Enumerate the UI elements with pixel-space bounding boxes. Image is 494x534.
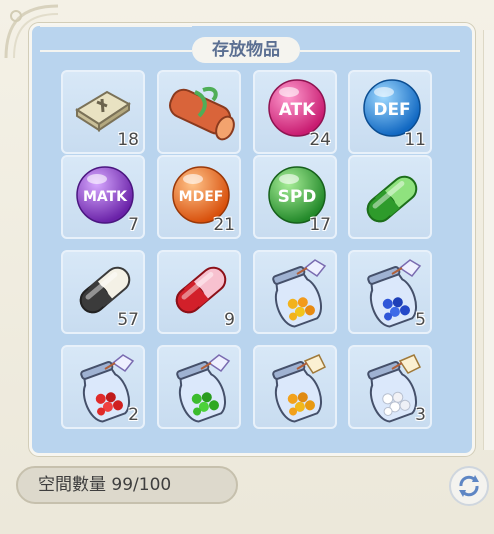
item-count: 18 xyxy=(117,130,139,150)
window-title: 存放物品 xyxy=(192,37,300,63)
item-count: 17 xyxy=(309,215,331,235)
item-count: 3 xyxy=(415,405,426,425)
item-count: 2 xyxy=(128,405,139,425)
orb-label: MATK xyxy=(83,189,128,205)
inventory-slot[interactable]: 5 xyxy=(348,250,432,334)
green-capsule-icon xyxy=(366,175,418,223)
inventory-slot[interactable]: 2 xyxy=(61,345,145,429)
orb-label: MDEF xyxy=(179,189,224,205)
inventory-slot[interactable]: DEF 11 xyxy=(348,70,432,154)
orb-label: ATK xyxy=(279,100,316,120)
inventory-slot[interactable] xyxy=(253,250,337,334)
yellow-candy-jar-icon xyxy=(272,354,327,423)
item-count: 21 xyxy=(213,215,235,235)
side-edge xyxy=(483,30,494,450)
inventory-slot[interactable]: 9 xyxy=(157,250,241,334)
scroll-icon xyxy=(169,87,235,141)
yellow-candy-jar-icon xyxy=(272,259,327,328)
inventory-slot[interactable] xyxy=(348,155,432,239)
orb-label: SPD xyxy=(278,187,317,207)
item-count: 7 xyxy=(128,215,139,235)
item-count: 9 xyxy=(224,310,235,330)
item-count: 11 xyxy=(404,130,426,150)
inventory-slot[interactable]: 57 xyxy=(61,250,145,334)
item-count: 24 xyxy=(309,130,331,150)
capacity-label: 空間數量 99/100 xyxy=(38,475,172,495)
inventory-slot[interactable]: ATK 24 xyxy=(253,70,337,154)
inventory-slot[interactable]: 18 xyxy=(61,70,145,154)
inventory-slot[interactable]: MATK 7 xyxy=(61,155,145,239)
item-count: 57 xyxy=(117,310,139,330)
inventory-slot[interactable] xyxy=(253,345,337,429)
green-candy-jar-icon xyxy=(176,354,231,423)
inventory-slot[interactable] xyxy=(157,345,241,429)
inventory-slot[interactable]: 3 xyxy=(348,345,432,429)
item-count: 5 xyxy=(415,310,426,330)
inventory-slot[interactable]: MDEF 21 xyxy=(157,155,241,239)
refresh-button[interactable] xyxy=(449,466,489,506)
inventory-slot[interactable]: SPD 17 xyxy=(253,155,337,239)
refresh-icon xyxy=(459,475,479,497)
orb-label: DEF xyxy=(373,100,410,120)
capacity-bar: 空間數量 99/100 xyxy=(16,466,238,504)
title-rule-left xyxy=(40,25,192,27)
title-rule-right xyxy=(300,50,460,52)
inventory-slot[interactable] xyxy=(157,70,241,154)
title-rule-left-2 xyxy=(40,50,192,52)
